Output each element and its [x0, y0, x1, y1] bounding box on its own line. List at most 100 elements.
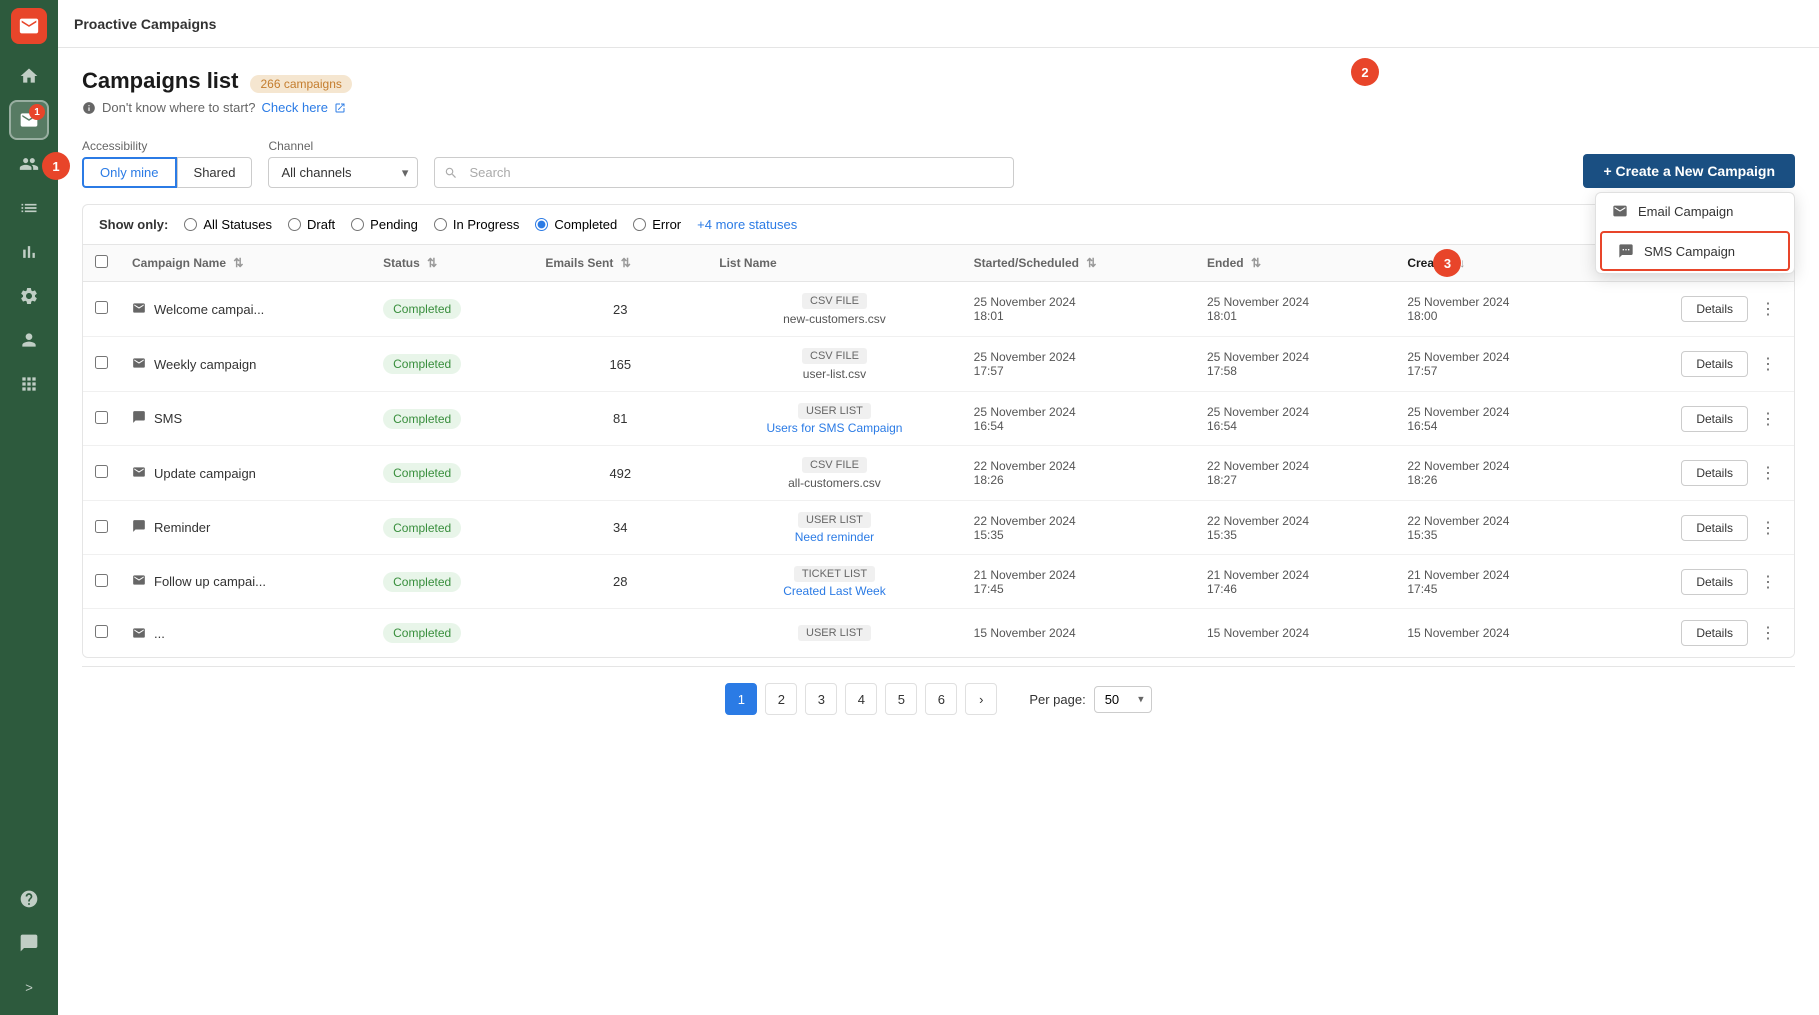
page-1-button[interactable]: 1 [725, 683, 757, 715]
next-page-button[interactable]: › [965, 683, 997, 715]
create-button-wrapper: + Create a New Campaign Email Campaign S… [1583, 154, 1795, 188]
col-ended[interactable]: Ended ⇅ [1195, 245, 1395, 282]
col-started[interactable]: Started/Scheduled ⇅ [962, 245, 1195, 282]
row-checkbox[interactable] [95, 356, 108, 369]
more-options-button[interactable]: ⋮ [1754, 514, 1782, 542]
sidebar-item-team[interactable] [9, 320, 49, 360]
sms-icon [132, 519, 146, 536]
app-logo[interactable] [11, 8, 47, 44]
status-in-progress[interactable]: In Progress [434, 217, 519, 232]
campaign-name-cell: Weekly campaign [132, 356, 359, 373]
status-completed[interactable]: Completed [535, 217, 617, 232]
sidebar-item-apps[interactable] [9, 364, 49, 404]
pagination-row: 1 2 3 4 5 6 › Per page: 10 25 50 100 [82, 666, 1795, 731]
status-error[interactable]: Error [633, 217, 681, 232]
table-row: Follow up campai... Completed 28 TICKET … [83, 555, 1794, 609]
row-checkbox[interactable] [95, 625, 108, 638]
help-link[interactable]: Check here [262, 100, 328, 115]
sidebar-item-chat[interactable] [9, 923, 49, 963]
sidebar-item-home[interactable] [9, 56, 49, 96]
sidebar-item-campaigns[interactable]: 1 [9, 100, 49, 140]
status-completed-radio[interactable] [535, 218, 548, 231]
status-all-radio[interactable] [184, 218, 197, 231]
email-icon [132, 465, 146, 482]
campaign-name: Welcome campai... [154, 302, 264, 317]
status-badge: Completed [383, 623, 461, 643]
email-icon [132, 301, 146, 318]
col-campaign-name[interactable]: Campaign Name ⇅ [120, 245, 371, 282]
row-checkbox[interactable] [95, 465, 108, 478]
campaign-name-cell: Welcome campai... [132, 301, 359, 318]
more-options-button[interactable]: ⋮ [1754, 459, 1782, 487]
details-button[interactable]: Details [1681, 406, 1748, 432]
sidebar-item-analytics[interactable] [9, 232, 49, 272]
more-options-button[interactable]: ⋮ [1754, 568, 1782, 596]
list-link[interactable]: Created Last Week [719, 584, 949, 598]
shared-button[interactable]: Shared [177, 157, 253, 188]
started-date: 25 November 202416:54 [962, 392, 1195, 446]
ended-date: 25 November 202418:01 [1195, 282, 1395, 337]
status-all-label: All Statuses [203, 217, 272, 232]
list-name-text: user-list.csv [803, 367, 866, 381]
more-options-button[interactable]: ⋮ [1754, 619, 1782, 647]
actions-cell: Details ⋮ [1608, 568, 1782, 596]
details-button[interactable]: Details [1681, 569, 1748, 595]
page-body: 1 2 Campaigns list 266 campaigns Don't k… [58, 48, 1819, 1015]
create-campaign-button[interactable]: + Create a New Campaign [1583, 154, 1795, 188]
channel-select[interactable]: All channels Email SMS [268, 157, 418, 188]
col-status[interactable]: Status ⇅ [371, 245, 533, 282]
col-created[interactable]: Created ↓ [1395, 245, 1595, 282]
select-all-checkbox[interactable] [95, 255, 108, 268]
list-link[interactable]: Users for SMS Campaign [719, 421, 949, 435]
show-only-label: Show only: [99, 217, 168, 232]
row-checkbox[interactable] [95, 520, 108, 533]
details-button[interactable]: Details [1681, 460, 1748, 486]
page-6-button[interactable]: 6 [925, 683, 957, 715]
status-error-radio[interactable] [633, 218, 646, 231]
sidebar-expand-button[interactable]: > [9, 967, 49, 1007]
search-input[interactable] [434, 157, 1014, 188]
sms-campaign-option[interactable]: SMS Campaign [1600, 231, 1790, 271]
more-options-button[interactable]: ⋮ [1754, 405, 1782, 433]
details-button[interactable]: Details [1681, 515, 1748, 541]
more-options-button[interactable]: ⋮ [1754, 295, 1782, 323]
row-checkbox[interactable] [95, 301, 108, 314]
col-emails-sent[interactable]: Emails Sent ⇅ [533, 245, 707, 282]
page-2-button[interactable]: 2 [765, 683, 797, 715]
more-options-button[interactable]: ⋮ [1754, 350, 1782, 378]
page-5-button[interactable]: 5 [885, 683, 917, 715]
status-in-progress-radio[interactable] [434, 218, 447, 231]
ended-date: 25 November 202417:58 [1195, 337, 1395, 392]
list-tag: USER LIST [798, 625, 871, 641]
email-campaign-option[interactable]: Email Campaign [1596, 193, 1794, 229]
row-checkbox[interactable] [95, 574, 108, 587]
emails-sent: 165 [533, 337, 707, 392]
list-link[interactable]: Need reminder [719, 530, 949, 544]
sidebar-item-help[interactable] [9, 879, 49, 919]
only-mine-button[interactable]: Only mine [82, 157, 177, 188]
campaign-name: SMS [154, 411, 182, 426]
table-row: Welcome campai... Completed 23 CSV FILE … [83, 282, 1794, 337]
ended-date: 21 November 202417:46 [1195, 555, 1395, 609]
page-3-button[interactable]: 3 [805, 683, 837, 715]
actions-cell: Details ⋮ [1608, 514, 1782, 542]
details-button[interactable]: Details [1681, 296, 1748, 322]
details-button[interactable]: Details [1681, 620, 1748, 646]
status-draft-radio[interactable] [288, 218, 301, 231]
status-draft[interactable]: Draft [288, 217, 335, 232]
per-page-select[interactable]: 10 25 50 100 [1094, 686, 1152, 713]
status-pending-radio[interactable] [351, 218, 364, 231]
more-statuses-link[interactable]: +4 more statuses [697, 217, 797, 232]
channel-filter-group: Channel All channels Email SMS [268, 139, 418, 188]
row-checkbox[interactable] [95, 411, 108, 424]
details-button[interactable]: Details [1681, 351, 1748, 377]
page-4-button[interactable]: 4 [845, 683, 877, 715]
table-row: ... Completed USER LIST 15 November 2024… [83, 609, 1794, 658]
sidebar-item-lists[interactable] [9, 188, 49, 228]
select-all-col [83, 245, 120, 282]
status-pending[interactable]: Pending [351, 217, 418, 232]
list-name-cell: TICKET LIST Created Last Week [707, 555, 961, 609]
status-all[interactable]: All Statuses [184, 217, 272, 232]
list-name-cell: USER LIST Need reminder [707, 501, 961, 555]
sidebar-item-settings[interactable] [9, 276, 49, 316]
